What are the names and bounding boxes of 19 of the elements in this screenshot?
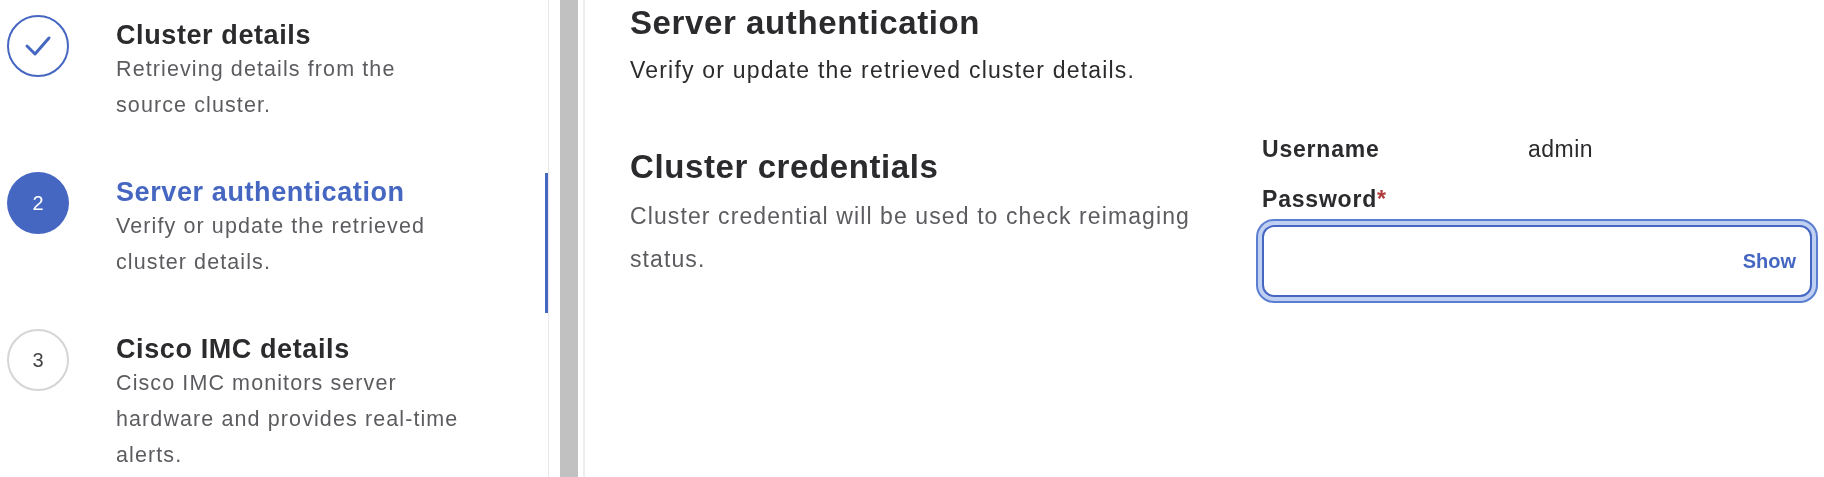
username-value: admin (1528, 134, 1594, 164)
step-title[interactable]: Server authentication (116, 176, 461, 209)
step-number: 3 (32, 348, 44, 373)
section-description: Cluster credential will be used to check reimaging status. (630, 202, 1190, 274)
password-label: Password (1262, 186, 1378, 213)
step-description: Verify or update the retrieved cluster details. (116, 213, 427, 277)
step-title[interactable]: Cisco IMC details (116, 333, 461, 366)
step-number: 2 (32, 191, 44, 216)
step-description: Retrieving details from the source cluster. (116, 56, 397, 120)
page-subtitle: Verify or update the retrieved cluster details. (630, 56, 1137, 86)
scrollbar-thumb[interactable] (560, 0, 578, 477)
username-label: Username (1262, 134, 1381, 164)
step-description: Cisco IMC monitors server hardware and provides real-time alerts. (116, 370, 460, 470)
section-title: Cluster credentials (630, 146, 940, 187)
checkmark-icon (24, 35, 52, 57)
step-title[interactable]: Cluster details (116, 19, 461, 52)
required-mark: * (1377, 186, 1387, 213)
show-password-button[interactable]: Show (1742, 245, 1796, 276)
page-title: Server authentication (630, 3, 982, 43)
